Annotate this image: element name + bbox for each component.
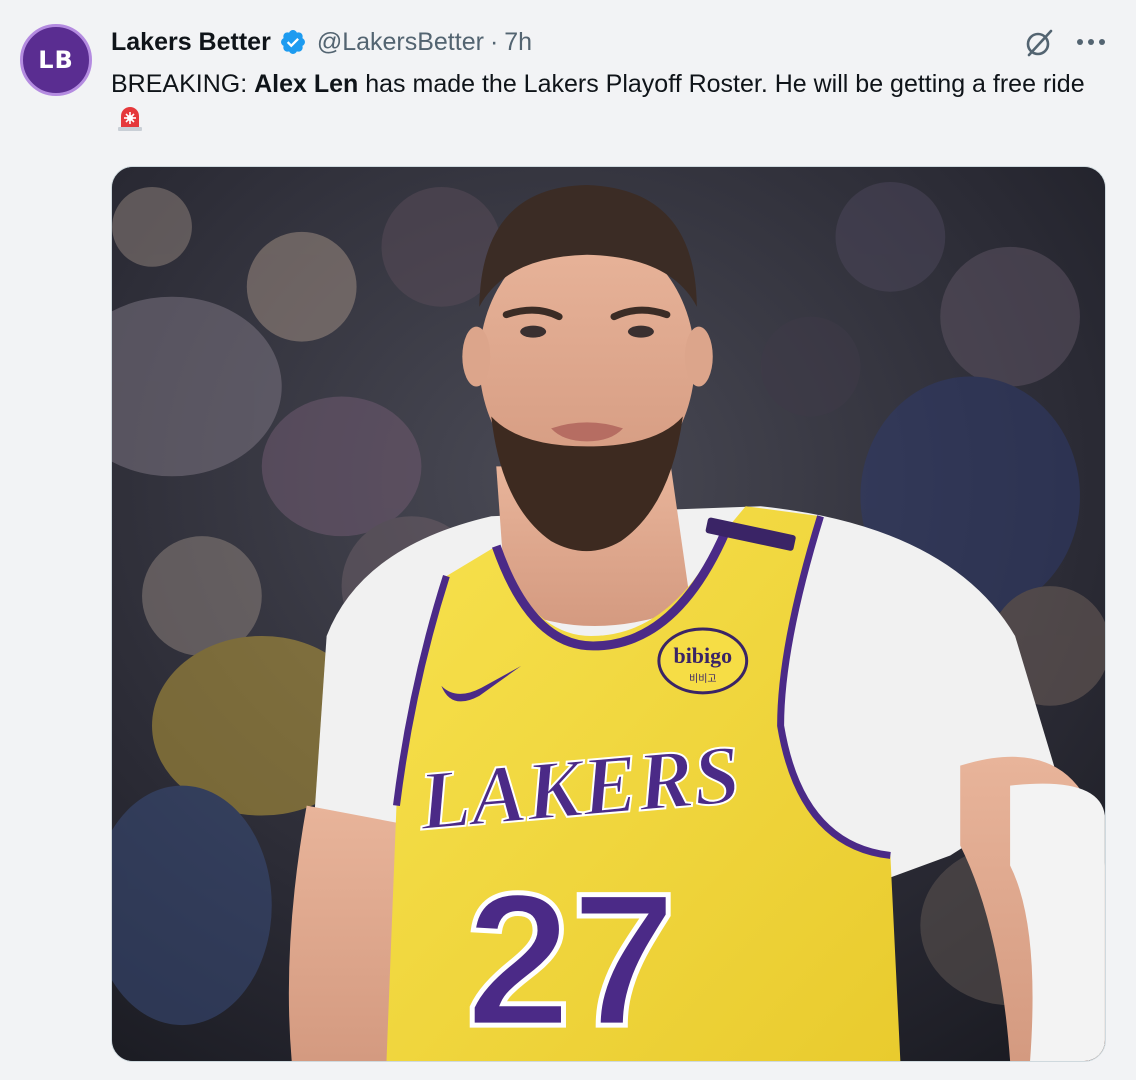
more-icon[interactable] (1074, 30, 1108, 54)
grok-icon[interactable] (1022, 26, 1056, 60)
avatar-initials: LB (38, 46, 74, 74)
sponsor-patch-text: bibigo (674, 643, 733, 668)
tweet-header: Lakers Better @LakersBetter · 7h (111, 26, 532, 58)
handle[interactable]: @LakersBetter (317, 28, 484, 57)
sponsor-patch-subtext: 비비고 (689, 673, 717, 685)
timestamp[interactable]: 7h (504, 28, 532, 57)
mention-name: Alex Len (254, 70, 359, 98)
text-body: has made the Lakers Playoff Roster. He w… (358, 70, 1085, 98)
tweet-media-photo[interactable]: bibigo 비비고 LAKERS 27 (111, 166, 1106, 1062)
rotating-light-icon (118, 107, 142, 131)
separator-dot: · (489, 27, 499, 56)
text-prefix: BREAKING: (111, 70, 255, 98)
display-name[interactable]: Lakers Better (111, 28, 271, 57)
tweet-card[interactable]: LB Lakers Better @LakersBetter · 7h BREA… (0, 0, 1136, 1080)
verified-badge-icon (280, 30, 305, 54)
tweet-text: BREAKING: Alex Len has made the Lakers P… (111, 66, 1111, 140)
jersey-number: 27 (466, 854, 677, 1061)
player-photo: bibigo 비비고 LAKERS 27 (112, 167, 1105, 1061)
avatar[interactable]: LB (20, 24, 92, 96)
